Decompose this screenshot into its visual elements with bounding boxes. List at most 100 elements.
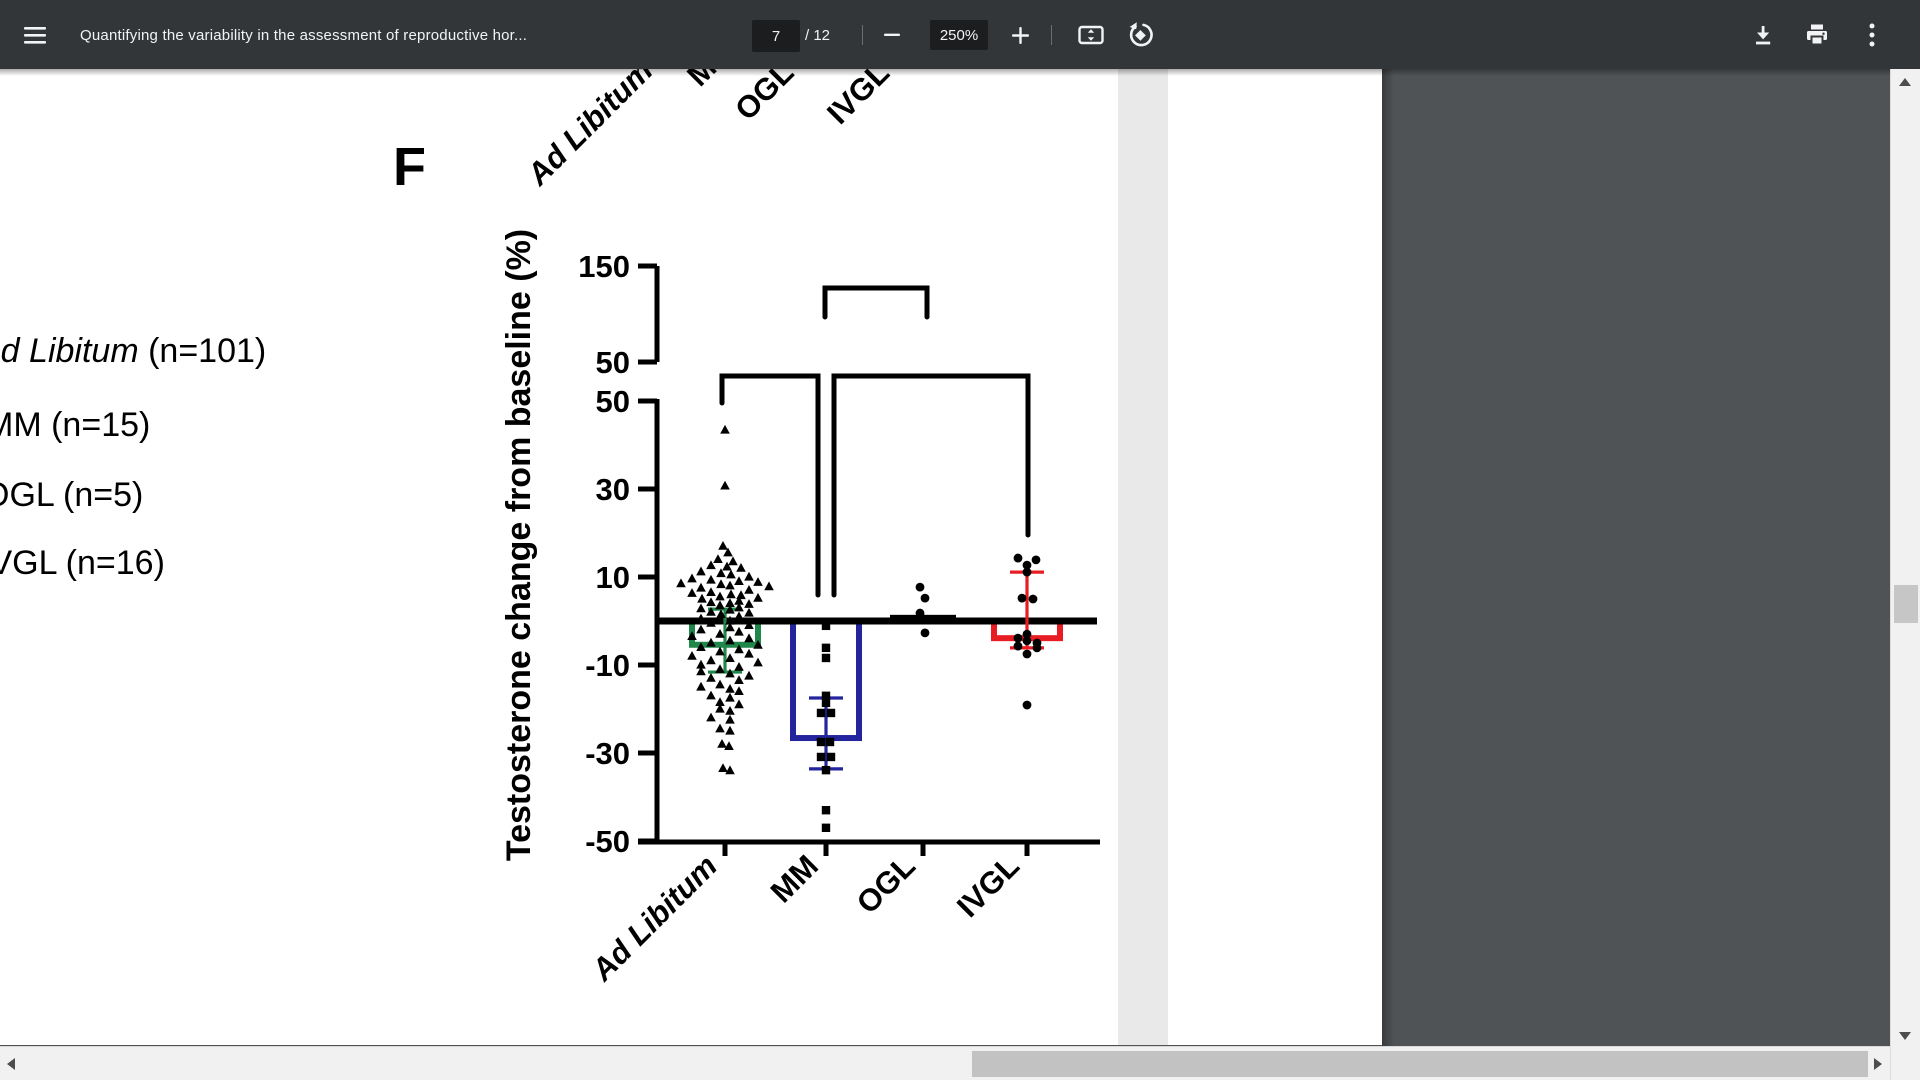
data-point-Ad Libitum bbox=[736, 563, 746, 572]
y-axis-tick-label: 50 bbox=[596, 384, 630, 419]
data-point-Ad Libitum bbox=[687, 573, 697, 583]
x-axis-label-MM: MM bbox=[764, 848, 825, 909]
data-point-Ad Libitum bbox=[734, 686, 744, 695]
data-point-IVGL bbox=[1013, 641, 1023, 651]
rotate-button[interactable] bbox=[1125, 21, 1157, 49]
testosterone-chart: 15050503010-10-30-50Ad Libitum MM OGL IVGLA… bbox=[519, 69, 1100, 988]
y-axis-tick-label: -30 bbox=[585, 736, 630, 771]
scroll-down-arrow-icon[interactable] bbox=[1899, 1032, 1911, 1040]
scroll-right-arrow-icon[interactable] bbox=[1874, 1058, 1882, 1070]
data-point-Ad Libitum bbox=[753, 577, 763, 586]
data-point-Ad Libitum bbox=[725, 684, 735, 693]
figure-edge-strip bbox=[1118, 69, 1168, 1045]
zoom-in-button[interactable] bbox=[1004, 21, 1036, 49]
toolbar-separator bbox=[1051, 25, 1052, 45]
data-point-Ad Libitum bbox=[696, 582, 706, 592]
significance-bracket-MM-vs-OGL bbox=[822, 285, 930, 320]
data-point-Ad Libitum bbox=[715, 664, 725, 673]
data-point-Ad Libitum bbox=[734, 699, 744, 709]
scroll-left-arrow-icon[interactable] bbox=[7, 1058, 15, 1070]
document-title: Quantifying the variability in the asses… bbox=[80, 27, 528, 44]
data-point-Ad Libitum bbox=[734, 662, 744, 671]
data-point-Ad Libitum bbox=[718, 541, 728, 550]
data-point-Ad Libitum bbox=[717, 739, 727, 748]
zoom-out-button[interactable] bbox=[876, 21, 908, 49]
page-number-input[interactable] bbox=[752, 20, 800, 52]
data-point-Ad Libitum bbox=[706, 587, 716, 596]
data-point-MM bbox=[821, 806, 831, 815]
data-point-IVGL bbox=[1022, 567, 1032, 577]
data-point-MM bbox=[821, 653, 831, 663]
data-point-MM bbox=[821, 621, 831, 631]
menu-button[interactable] bbox=[18, 21, 52, 49]
data-point-Ad Libitum bbox=[720, 480, 730, 490]
data-point-Ad Libitum bbox=[744, 585, 754, 594]
data-point-Ad Libitum bbox=[744, 599, 754, 608]
data-point-Ad Libitum bbox=[676, 578, 686, 588]
data-point-IVGL bbox=[1022, 700, 1032, 710]
data-point-IVGL bbox=[1028, 594, 1038, 604]
zoom-level-value: 250% bbox=[939, 26, 979, 44]
data-point-Ad Libitum bbox=[734, 576, 744, 585]
toolbar-separator bbox=[862, 25, 863, 45]
scroll-up-arrow-icon[interactable] bbox=[1899, 78, 1911, 86]
x-axis-label-Ad Libitum: Ad Libitum bbox=[584, 848, 724, 988]
data-point-Ad Libitum bbox=[706, 574, 716, 584]
horizontal-scrollbar[interactable] bbox=[0, 1046, 1890, 1080]
data-point-IVGL bbox=[1022, 649, 1032, 659]
data-point-Ad Libitum bbox=[734, 611, 744, 621]
data-point-Ad Libitum bbox=[706, 673, 716, 682]
kebab-menu-icon bbox=[1869, 23, 1875, 47]
data-point-Ad Libitum bbox=[744, 670, 754, 680]
fit-page-button[interactable] bbox=[1075, 22, 1107, 48]
hamburger-icon bbox=[24, 27, 46, 44]
data-point-Ad Libitum bbox=[716, 579, 726, 589]
data-point-Ad Libitum bbox=[715, 723, 725, 733]
data-point-Ad Libitum bbox=[706, 655, 716, 665]
x-axis-label-IVGL: IVGL bbox=[950, 848, 1026, 924]
data-point-IVGL bbox=[1031, 555, 1041, 565]
vertical-scrollbar[interactable] bbox=[1890, 69, 1920, 1080]
data-point-Ad Libitum bbox=[706, 712, 716, 722]
data-point-OGL bbox=[920, 593, 930, 603]
y-axis-tick-label: 50 bbox=[596, 345, 630, 380]
data-point-MM bbox=[821, 765, 831, 775]
top-clipped-label-OGL: OGL bbox=[728, 69, 800, 127]
pdf-viewer-window: Quantifying the variability in the asses… bbox=[0, 0, 1920, 1080]
more-options-button[interactable] bbox=[1858, 21, 1886, 49]
data-point-Ad Libitum bbox=[687, 651, 697, 660]
top-clipped-label-MM: MM bbox=[680, 69, 741, 93]
data-point-MM bbox=[816, 737, 826, 747]
horizontal-scrollbar-thumb[interactable] bbox=[972, 1051, 1868, 1077]
data-point-Ad Libitum bbox=[744, 571, 754, 581]
data-point-Ad Libitum bbox=[715, 646, 725, 656]
download-button[interactable] bbox=[1747, 21, 1779, 49]
y-axis-tick-label: -50 bbox=[585, 824, 630, 859]
data-point-Ad Libitum bbox=[697, 593, 707, 603]
data-point-Ad Libitum bbox=[725, 765, 735, 775]
vertical-scrollbar-thumb[interactable] bbox=[1894, 585, 1918, 623]
fit-page-icon bbox=[1078, 25, 1104, 45]
data-point-Ad Libitum bbox=[753, 592, 763, 602]
data-point-Ad Libitum bbox=[744, 607, 754, 617]
download-icon bbox=[1756, 26, 1771, 45]
data-point-Ad Libitum bbox=[726, 589, 736, 599]
data-point-Ad Libitum bbox=[725, 706, 735, 715]
y-axis-tick-label: 10 bbox=[596, 560, 630, 595]
data-point-MM bbox=[816, 752, 826, 762]
pdf-page: Ad Libitum (n=101)MM (n=15)OGL (n=5)IVGL… bbox=[0, 69, 1382, 1045]
data-point-Ad Libitum bbox=[725, 692, 735, 702]
zoom-level-field[interactable]: 250% bbox=[930, 20, 988, 50]
data-point-Ad Libitum bbox=[753, 657, 763, 667]
data-point-Ad Libitum bbox=[713, 554, 723, 563]
data-point-Ad Libitum bbox=[715, 600, 725, 610]
data-point-Ad Libitum bbox=[706, 597, 716, 607]
top-clipped-label-Ad Libitum: Ad Libitum bbox=[519, 69, 659, 193]
print-button[interactable] bbox=[1801, 21, 1833, 49]
data-point-IVGL bbox=[1013, 553, 1023, 563]
minus-icon bbox=[884, 33, 900, 36]
data-point-Ad Libitum bbox=[734, 675, 744, 684]
y-axis-tick-label: 30 bbox=[596, 472, 630, 507]
significance-bracket-Ad Libitum-vs-MM bbox=[719, 373, 821, 598]
data-point-Ad Libitum bbox=[687, 588, 697, 597]
